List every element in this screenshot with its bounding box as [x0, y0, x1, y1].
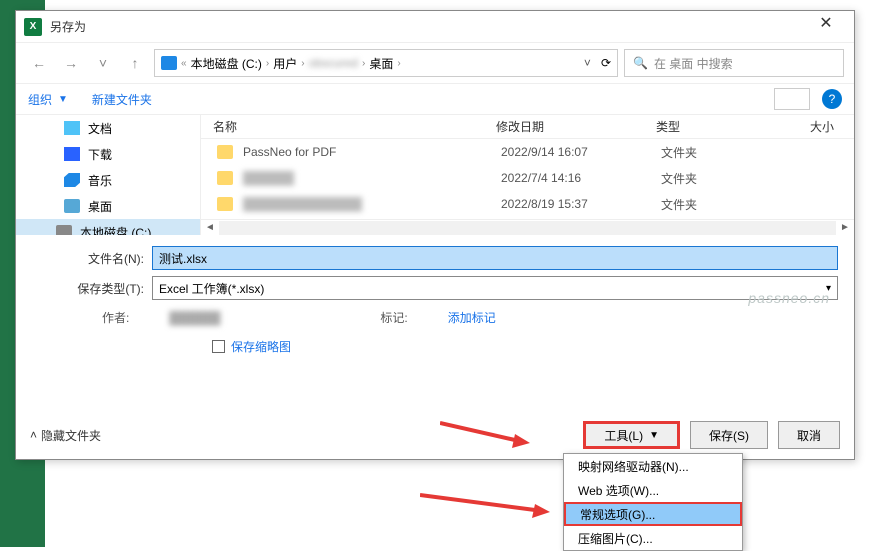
new-folder-button[interactable]: 新建文件夹: [92, 91, 152, 108]
back-button[interactable]: ←: [26, 50, 52, 76]
up-button[interactable]: ↑: [122, 50, 148, 76]
scroll-right-icon[interactable]: ►: [836, 222, 854, 233]
cancel-button[interactable]: 取消: [778, 421, 840, 449]
bc-users[interactable]: 用户: [273, 55, 297, 72]
save-button[interactable]: 保存(S): [690, 421, 768, 449]
file-date: 2022/8/19 15:37: [501, 197, 661, 211]
add-tag-button[interactable]: 添加标记: [448, 309, 496, 326]
file-list-area: 名称 修改日期 类型 大小 PassNeo for PDF 2022/9/14 …: [201, 115, 854, 235]
horizontal-scrollbar[interactable]: ◄ ►: [201, 219, 854, 235]
sidebar: 文档 下载 音乐 桌面 本地磁盘 (C:): [16, 115, 201, 235]
breadcrumb-dropdown-icon[interactable]: ˅: [584, 56, 591, 70]
menu-general-options[interactable]: 常规选项(G)...: [564, 502, 742, 526]
menu-map-network-drive[interactable]: 映射网络驱动器(N)...: [564, 454, 742, 478]
filetype-label: 保存类型(T):: [32, 280, 152, 297]
sidebar-item-documents[interactable]: 文档: [16, 115, 200, 141]
view-mode-button[interactable]: [774, 88, 810, 110]
scroll-left-icon[interactable]: ◄: [201, 222, 219, 233]
excel-icon: X: [24, 18, 42, 36]
dialog-title: 另存为: [50, 18, 806, 35]
bc-user-blurred[interactable]: obscured: [309, 56, 358, 70]
file-name: PassNeo for PDF: [243, 145, 501, 159]
chevron-down-icon[interactable]: ▼: [58, 94, 68, 105]
publish-label: 发布: [45, 476, 75, 497]
documents-icon: [64, 121, 80, 135]
watermark: passneo.cn: [748, 290, 830, 306]
disk-icon: [161, 56, 177, 70]
column-type[interactable]: 类型: [656, 118, 786, 135]
tag-label: 标记:: [380, 309, 407, 326]
navbar: ← → ˅ ↑ « 本地磁盘 (C:) › 用户 › obscured › 桌面…: [16, 43, 854, 83]
hide-folders-button[interactable]: ˄ 隐藏文件夹: [30, 427, 101, 444]
save-as-dialog: X 另存为 ✕ ← → ˅ ↑ « 本地磁盘 (C:) › 用户 › obscu…: [15, 10, 855, 460]
author-label: 作者:: [102, 309, 129, 326]
folder-icon: [217, 197, 233, 211]
tools-button[interactable]: 工具(L) ▼: [583, 421, 680, 449]
file-row[interactable]: ██████ 2022/7/4 14:16 文件夹: [201, 165, 854, 191]
music-icon: [64, 173, 80, 187]
save-thumbnail-checkbox[interactable]: [212, 340, 225, 353]
search-icon: 🔍: [633, 56, 648, 70]
file-date: 2022/9/14 16:07: [501, 145, 661, 159]
search-placeholder: 在 桌面 中搜索: [654, 55, 733, 72]
save-thumbnail-label: 保存缩略图: [231, 338, 291, 355]
breadcrumb[interactable]: « 本地磁盘 (C:) › 用户 › obscured › 桌面 › ˅ ⟳: [154, 49, 618, 77]
annotation-arrow: [420, 490, 550, 520]
file-name: ██████████████: [243, 197, 501, 211]
column-size[interactable]: 大小: [786, 118, 854, 135]
filename-input[interactable]: [152, 246, 838, 270]
chevron-down-icon: ▼: [649, 430, 659, 441]
chevron-up-icon: ˄: [30, 428, 37, 442]
column-name[interactable]: 名称: [201, 118, 496, 135]
forward-button[interactable]: →: [58, 50, 84, 76]
search-input[interactable]: 🔍 在 桌面 中搜索: [624, 49, 844, 77]
chevron-down-icon[interactable]: ˅: [90, 50, 116, 76]
file-type: 文件夹: [661, 196, 791, 213]
desktop-icon: [64, 199, 80, 213]
menu-compress-pictures[interactable]: 压缩图片(C)...: [564, 526, 742, 550]
organize-button[interactable]: 组织: [28, 91, 52, 108]
refresh-icon[interactable]: ⟳: [601, 56, 611, 70]
sidebar-item-local-disk[interactable]: 本地磁盘 (C:): [16, 219, 200, 235]
help-button[interactable]: ?: [822, 89, 842, 109]
folder-icon: [217, 171, 233, 185]
file-date: 2022/7/4 14:16: [501, 171, 661, 185]
author-value[interactable]: ██████: [169, 311, 220, 325]
filename-label: 文件名(N):: [32, 250, 152, 267]
tools-menu: 映射网络驱动器(N)... Web 选项(W)... 常规选项(G)... 压缩…: [563, 453, 743, 551]
sidebar-item-downloads[interactable]: 下载: [16, 141, 200, 167]
file-name: ██████: [243, 171, 501, 185]
column-date[interactable]: 修改日期: [496, 118, 656, 135]
file-type: 文件夹: [661, 144, 791, 161]
close-button[interactable]: ✕: [806, 13, 846, 41]
downloads-icon: [64, 147, 80, 161]
bc-desktop[interactable]: 桌面: [369, 55, 393, 72]
bc-disk[interactable]: 本地磁盘 (C:): [191, 55, 262, 72]
titlebar: X 另存为 ✕: [16, 11, 854, 43]
menu-web-options[interactable]: Web 选项(W)...: [564, 478, 742, 502]
file-row[interactable]: PassNeo for PDF 2022/9/14 16:07 文件夹: [201, 139, 854, 165]
sidebar-item-desktop[interactable]: 桌面: [16, 193, 200, 219]
sidebar-item-music[interactable]: 音乐: [16, 167, 200, 193]
disk-icon: [56, 225, 72, 235]
file-type: 文件夹: [661, 170, 791, 187]
file-row[interactable]: ██████████████ 2022/8/19 15:37 文件夹: [201, 191, 854, 217]
filetype-select[interactable]: Excel 工作簿(*.xlsx) ▾: [152, 276, 838, 300]
folder-icon: [217, 145, 233, 159]
toolbar: 组织 ▼ 新建文件夹 ?: [16, 83, 854, 115]
